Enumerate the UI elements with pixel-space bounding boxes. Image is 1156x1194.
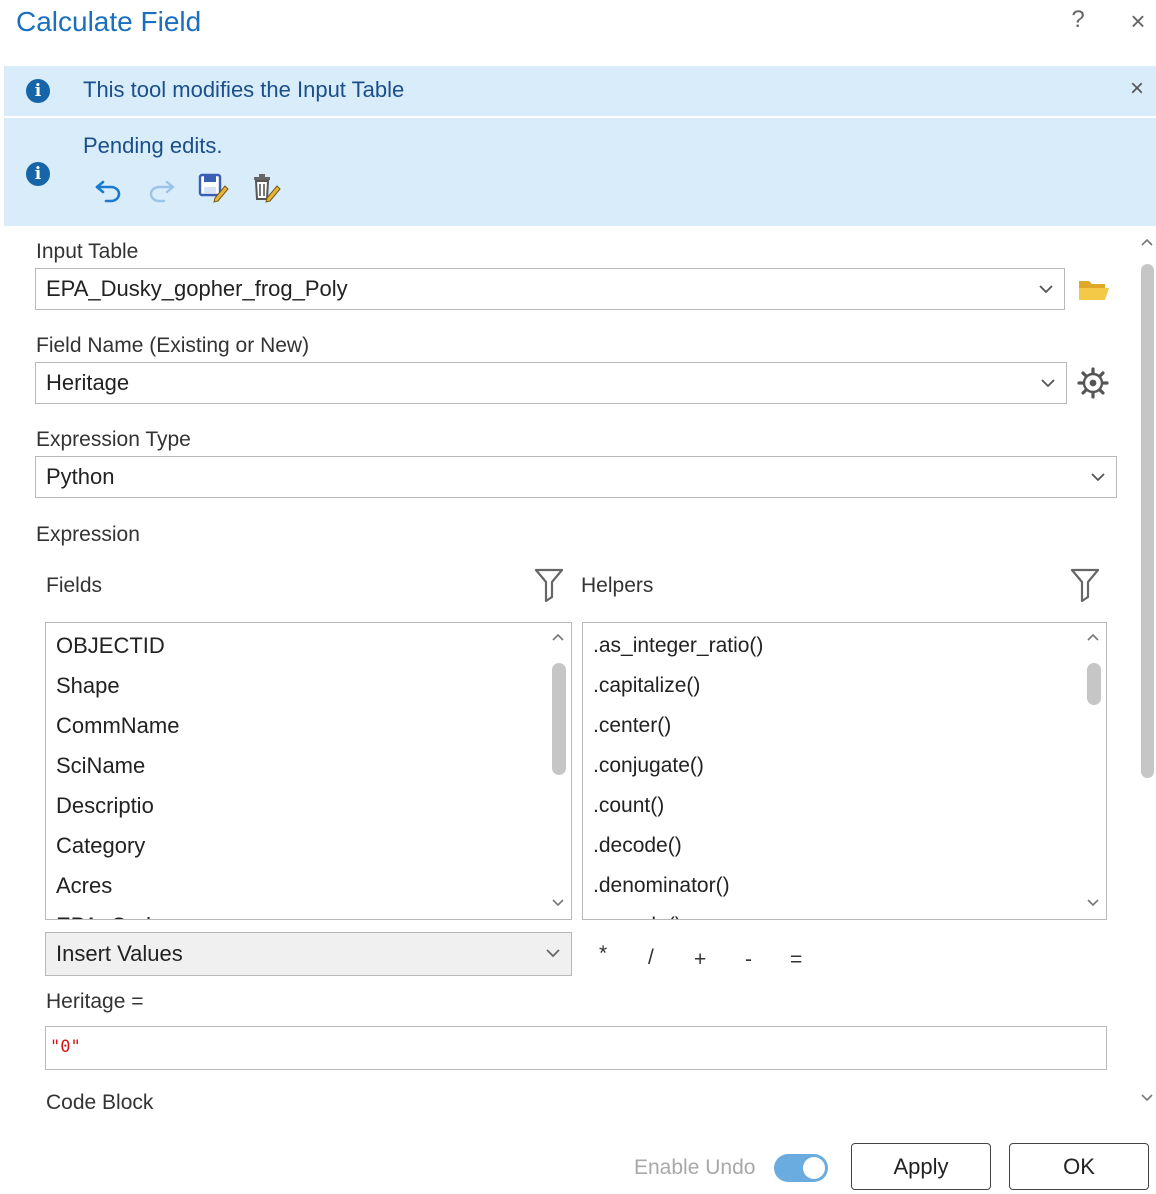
fields-list[interactable]: OBJECTID Shape CommName SciName Descript… — [45, 622, 572, 920]
chevron-up-icon[interactable] — [551, 631, 565, 643]
equals-operator-button[interactable]: = — [790, 948, 802, 972]
divide-operator-button[interactable]: / — [648, 946, 654, 970]
chevron-down-icon[interactable] — [1040, 373, 1056, 399]
chevron-up-icon[interactable] — [1086, 631, 1100, 643]
chevron-down-icon[interactable] — [545, 943, 561, 969]
list-item[interactable]: .encode() — [593, 909, 763, 919]
ok-button[interactable]: OK — [1009, 1143, 1149, 1190]
field-name-label: Field Name (Existing or New) — [36, 334, 310, 357]
main-scroll-thumb[interactable] — [1141, 264, 1154, 778]
info-icon: i — [26, 79, 50, 103]
input-table-combo[interactable]: EPA_Dusky_gopher_frog_Poly — [35, 268, 1065, 310]
chevron-down-icon[interactable] — [551, 897, 565, 909]
chevron-down-icon[interactable] — [1086, 897, 1100, 909]
multiply-operator-button[interactable]: * — [599, 942, 607, 966]
list-item[interactable]: .conjugate() — [593, 749, 763, 789]
info-banner: i This tool modifies the Input Table × — [4, 66, 1156, 116]
helpers-scrollbar[interactable] — [1080, 623, 1106, 919]
close-dialog-button[interactable]: × — [1126, 6, 1150, 37]
fields-label: Fields — [46, 574, 103, 597]
list-item[interactable]: EPA_Code — [56, 909, 179, 919]
dialog-title: Calculate Field — [16, 6, 202, 37]
helpers-label: Helpers — [581, 574, 654, 597]
fields-filter-icon[interactable] — [534, 566, 564, 603]
chevron-down-icon[interactable] — [1038, 279, 1054, 305]
list-item[interactable]: .capitalize() — [593, 669, 763, 709]
toggle-knob — [803, 1157, 825, 1179]
helpers-filter-icon[interactable] — [1070, 566, 1100, 603]
expression-assign-label: Heritage = — [46, 990, 144, 1013]
chevron-down-icon[interactable] — [1090, 467, 1106, 493]
enable-undo-label: Enable Undo — [634, 1156, 756, 1179]
dismiss-banner-button[interactable]: × — [1130, 75, 1144, 103]
code-block-label: Code Block — [46, 1091, 154, 1114]
expression-type-combo[interactable]: Python — [35, 456, 1117, 498]
browse-folder-icon[interactable] — [1076, 272, 1112, 308]
expression-type-value: Python — [46, 464, 115, 489]
list-item[interactable]: .denominator() — [593, 869, 763, 909]
info-banner-text: This tool modifies the Input Table — [83, 77, 405, 102]
undo-icon[interactable] — [92, 172, 126, 206]
list-item[interactable]: .as_integer_ratio() — [593, 629, 763, 669]
expression-input[interactable]: "0" — [45, 1026, 1107, 1070]
field-name-value: Heritage — [46, 370, 130, 395]
list-item[interactable]: .decode() — [593, 829, 763, 869]
expression-type-label: Expression Type — [36, 428, 191, 451]
list-item[interactable]: Shape — [56, 669, 179, 709]
help-button[interactable]: ? — [1066, 6, 1090, 34]
save-edits-icon[interactable] — [196, 170, 230, 204]
list-item[interactable]: Acres — [56, 869, 179, 909]
main-scrollbar[interactable] — [1138, 232, 1156, 1112]
discard-edits-icon[interactable] — [248, 170, 282, 204]
chevron-down-icon[interactable] — [1140, 1092, 1154, 1104]
insert-values-label: Insert Values — [56, 941, 183, 966]
insert-values-dropdown[interactable]: Insert Values — [45, 932, 572, 976]
input-table-label: Input Table — [36, 240, 139, 263]
info-icon: i — [26, 162, 50, 186]
field-name-combo[interactable]: Heritage — [35, 362, 1067, 404]
helpers-scroll-thumb[interactable] — [1087, 663, 1101, 705]
subtract-operator-button[interactable]: - — [745, 948, 752, 972]
list-item[interactable]: SciName — [56, 749, 179, 789]
list-item[interactable]: CommName — [56, 709, 179, 749]
enable-undo-toggle[interactable] — [774, 1154, 828, 1182]
expression-section-label: Expression — [36, 523, 140, 546]
add-operator-button[interactable]: + — [694, 948, 706, 972]
redo-icon[interactable] — [144, 172, 178, 206]
apply-button[interactable]: Apply — [851, 1143, 991, 1190]
pending-edits-banner: i Pending edits. — [4, 118, 1156, 226]
list-item[interactable]: .count() — [593, 789, 763, 829]
list-item[interactable]: Descriptio — [56, 789, 179, 829]
field-properties-gear-icon[interactable] — [1075, 365, 1111, 401]
chevron-up-icon[interactable] — [1140, 236, 1154, 248]
list-item[interactable]: .center() — [593, 709, 763, 749]
fields-scroll-thumb[interactable] — [552, 663, 566, 775]
helpers-list[interactable]: .as_integer_ratio() .capitalize() .cente… — [582, 622, 1107, 920]
list-item[interactable]: OBJECTID — [56, 629, 179, 669]
pending-edits-text: Pending edits. — [83, 133, 223, 158]
list-item[interactable]: Category — [56, 829, 179, 869]
input-table-value: EPA_Dusky_gopher_frog_Poly — [46, 276, 348, 301]
fields-scrollbar[interactable] — [545, 623, 571, 919]
